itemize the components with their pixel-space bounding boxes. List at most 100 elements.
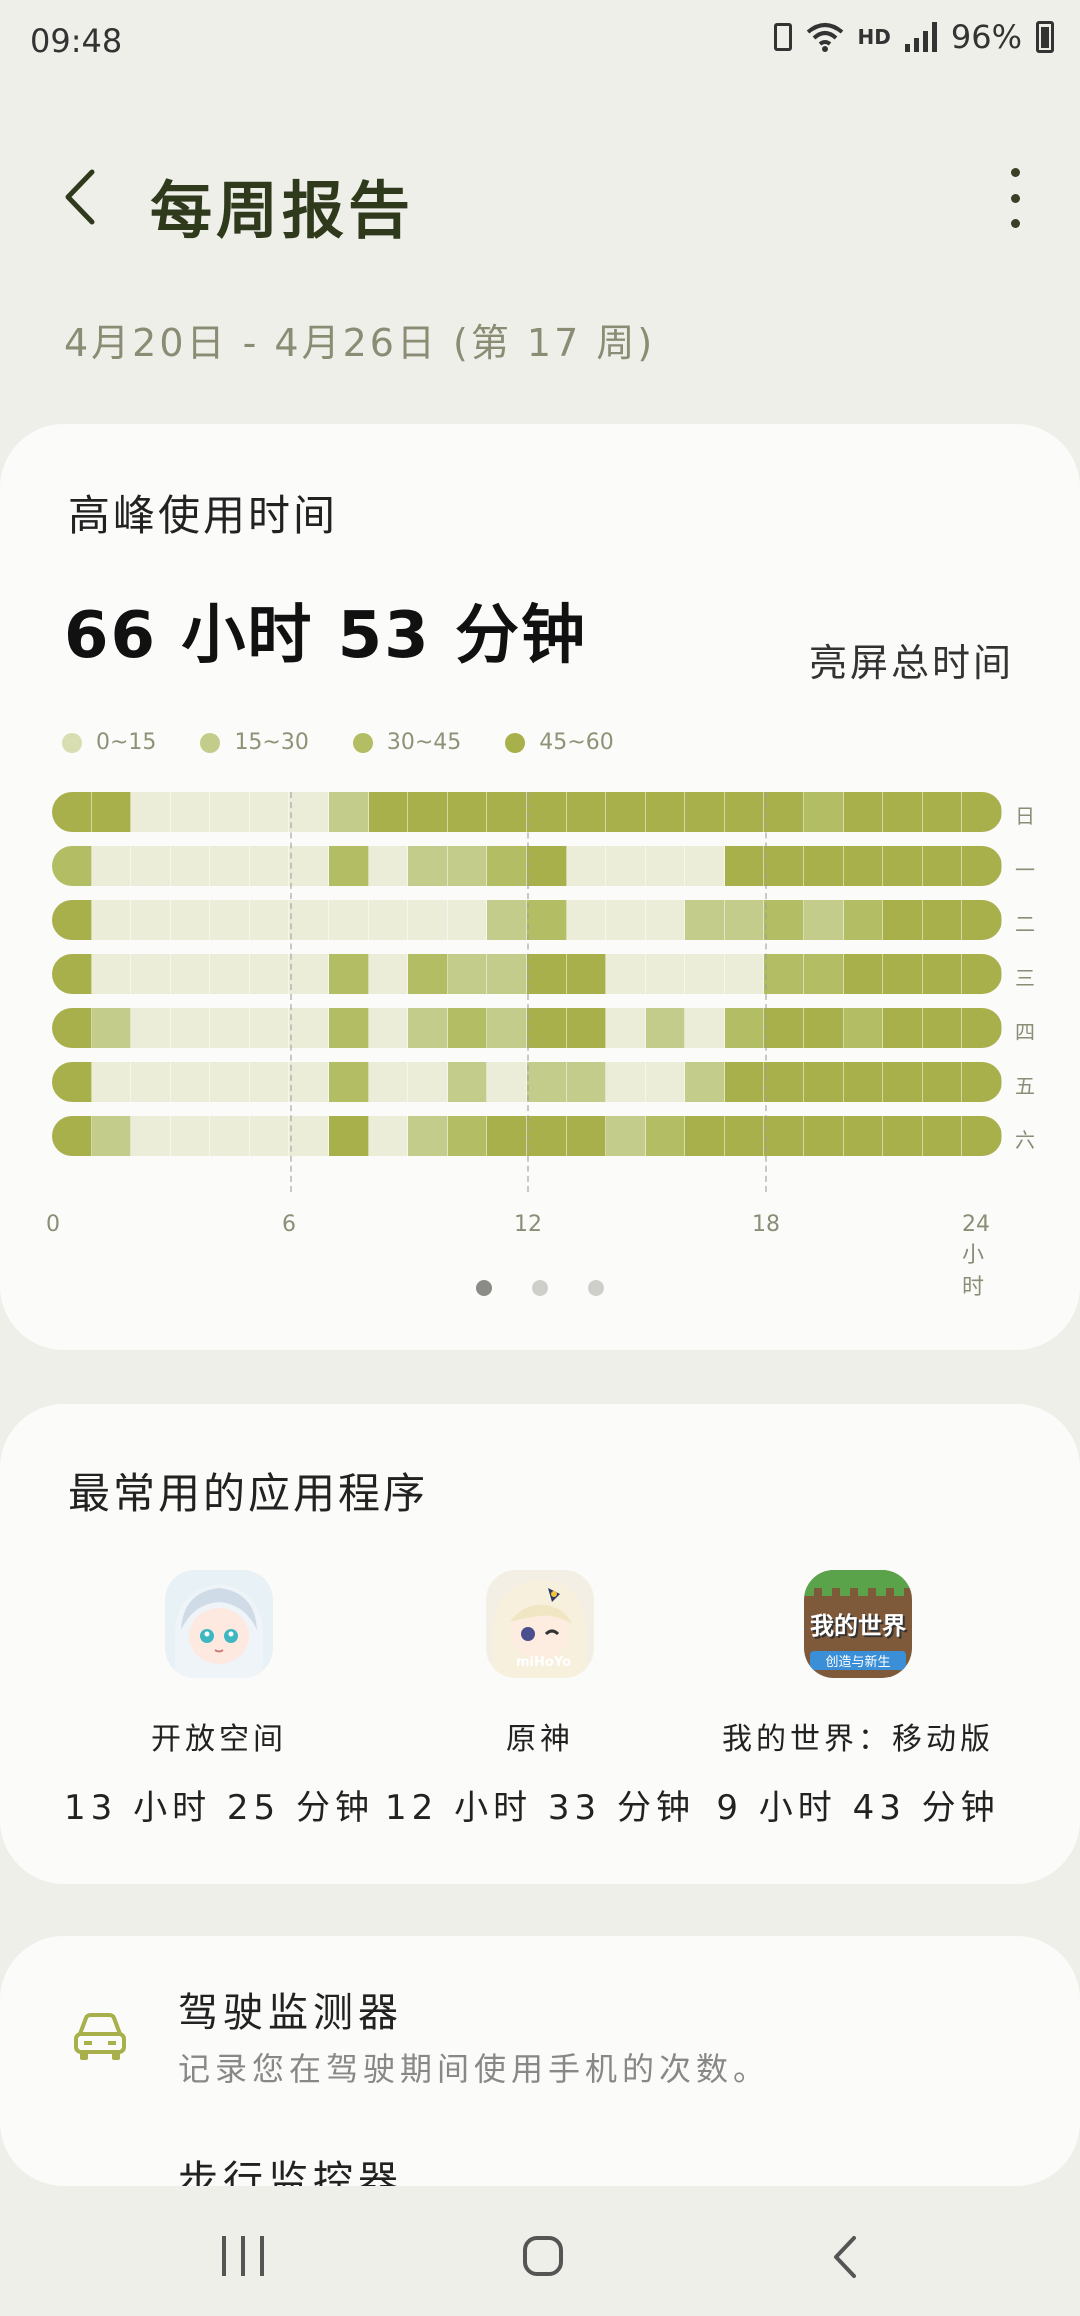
heatmap-cell (91, 954, 132, 994)
home-icon[interactable] (523, 2236, 563, 2276)
legend-dot (505, 732, 526, 753)
most-used-apps-card: 最常用的应用程序 开放空间 13 小时 25 分钟 miHoYo 原神 12 小… (0, 1404, 1080, 1884)
heatmap-cell (566, 1008, 607, 1048)
driving-monitor-description: 记录您在驾驶期间使用手机的次数。 (178, 2050, 771, 2088)
app-duration: 13 小时 25 分钟 (64, 1788, 374, 1828)
heatmap-cell (368, 1008, 409, 1048)
page-dot[interactable] (476, 1280, 492, 1296)
heatmap-cell (724, 792, 765, 832)
nav-back-icon[interactable] (830, 2234, 860, 2280)
heatmap-cell (764, 1062, 804, 1102)
heatmap-cell (131, 1062, 171, 1102)
heatmap-cell (922, 792, 963, 832)
heatmap-cell (52, 792, 92, 832)
heatmap-cell (883, 846, 923, 886)
app-icon-subtext: 创造与新生 (810, 1651, 906, 1670)
status-icons: HD 96% (773, 18, 1054, 56)
heatmap-cell (329, 1008, 369, 1048)
heatmap-cell (764, 846, 804, 886)
heatmap-cell (170, 792, 211, 832)
heatmap-cell (803, 1008, 844, 1048)
heatmap-cell (447, 1062, 488, 1102)
heatmap-cell (962, 954, 1002, 994)
battery-saver-icon (773, 23, 792, 51)
signal-icon (904, 22, 937, 52)
car-icon (74, 2013, 126, 2060)
heatmap-cell (645, 1062, 686, 1102)
app-icon-text: miHoYo (516, 1655, 571, 1670)
page-dot[interactable] (532, 1280, 548, 1296)
heatmap-cell (170, 1116, 211, 1156)
heatmap-cell (724, 900, 765, 940)
heatmap-day-label: 四 (1015, 1020, 1035, 1044)
app-name: 我的世界：移动版 (722, 1722, 994, 1757)
heatmap-cell (962, 1008, 1002, 1048)
heatmap-cell (922, 1008, 963, 1048)
heatmap-cell (645, 846, 686, 886)
heatmap-cell (52, 846, 92, 886)
legend-dot (200, 732, 221, 753)
hd-indicator: HD (857, 25, 891, 49)
heatmap-cell (764, 900, 804, 940)
most-used-apps-title: 最常用的应用程序 (68, 1469, 429, 1518)
heatmap-cell (447, 846, 488, 886)
x-tick-label: 18 (752, 1212, 780, 1237)
app-item-genshin[interactable]: miHoYo 原神 12 小时 33 分钟 (375, 1570, 705, 1829)
heatmap-cell (606, 846, 646, 886)
heatmap-cell (170, 900, 211, 940)
recent-apps-icon[interactable] (222, 2236, 264, 2276)
heatmap-cell (764, 1116, 804, 1156)
heatmap-cell (289, 1116, 330, 1156)
heatmap-cell (526, 1116, 567, 1156)
heatmap-cell (883, 1116, 923, 1156)
heatmap-cell (883, 1008, 923, 1048)
heatmap-cell (329, 1116, 369, 1156)
heatmap-cell (566, 1116, 607, 1156)
heatmap-cell (91, 792, 132, 832)
heatmap-cell (289, 1008, 330, 1048)
more-options-icon[interactable] (1000, 168, 1030, 228)
legend-item: 15~30 (200, 730, 309, 755)
heatmap-cell (843, 954, 884, 994)
navigation-bar (0, 2186, 1080, 2316)
app-item-open-space[interactable]: 开放空间 13 小时 25 分钟 (54, 1570, 384, 1829)
heatmap-day-label: 六 (1015, 1128, 1035, 1152)
heatmap-cell (249, 954, 290, 994)
heatmap-cell (210, 954, 250, 994)
heatmap-cell (487, 900, 527, 940)
legend-item: 30~45 (352, 730, 461, 755)
heatmap-cell (249, 1116, 290, 1156)
heatmap-cell (962, 1062, 1002, 1102)
heatmap-cell (764, 792, 804, 832)
heatmap-cell (210, 1008, 250, 1048)
date-range: 4月20日 - 4月26日 (第 17 周) (64, 321, 656, 365)
heatmap-cell (408, 846, 448, 886)
heatmap-cell (170, 954, 211, 994)
heatmap-cell (922, 1116, 963, 1156)
peak-usage-card[interactable]: 高峰使用时间 66 小时 53 分钟 亮屏总时间 0~15 15~30 30~4… (0, 424, 1080, 1350)
heatmap-cell (685, 846, 725, 886)
heatmap-cell (645, 1116, 686, 1156)
driving-monitor-card[interactable]: 驾驶监测器 记录您在驾驶期间使用手机的次数。 步行监控器 (0, 1936, 1080, 2186)
heatmap-cell (91, 1116, 132, 1156)
heatmap-legend: 0~15 15~30 30~45 45~60 (62, 730, 614, 755)
heatmap-cell (131, 1116, 171, 1156)
heatmap-cell (329, 900, 369, 940)
heatmap-cell (487, 1116, 527, 1156)
heatmap-cell (764, 954, 804, 994)
wifi-icon (806, 23, 843, 52)
heatmap-gridline (289, 792, 292, 1192)
heatmap-cell (368, 900, 409, 940)
heatmap-cell (526, 954, 567, 994)
page-indicator[interactable] (0, 1280, 1080, 1296)
page-dot[interactable] (588, 1280, 604, 1296)
heatmap-cell (289, 846, 330, 886)
grass-edge (804, 1588, 912, 1596)
back-arrow-icon[interactable] (56, 162, 116, 232)
heatmap-cell (724, 954, 765, 994)
heatmap-day-label: 三 (1015, 966, 1035, 990)
battery-icon (1036, 21, 1054, 53)
app-duration: 12 小时 33 分钟 (385, 1788, 695, 1828)
app-item-minecraft[interactable]: 我的世界 创造与新生 我的世界：移动版 9 小时 43 分钟 (693, 1570, 1023, 1829)
heatmap-cell (289, 1062, 330, 1102)
